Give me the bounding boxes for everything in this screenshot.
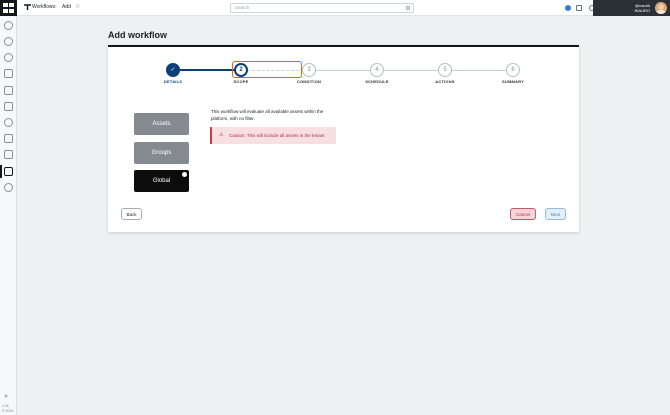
scope-description: This workflow will evaluate all availabl… <box>211 109 324 121</box>
document-icon[interactable] <box>4 102 13 111</box>
assets-icon[interactable] <box>4 134 13 143</box>
progress-line-3 <box>316 70 372 71</box>
top-bar: Workflows › Add ☆ Search @naurik INAURO <box>17 0 670 16</box>
step-details-circle[interactable]: ✓ <box>166 63 180 77</box>
workflows-icon[interactable] <box>4 167 13 176</box>
scope-option-global[interactable]: Global <box>134 170 189 192</box>
step-schedule-circle[interactable]: 4 <box>370 63 384 77</box>
search-placeholder: Search <box>235 5 250 10</box>
step-actions-label: ACTIONS <box>435 79 455 84</box>
status-icon[interactable] <box>565 5 571 11</box>
version-label: v 24 <box>2 404 9 408</box>
scope-option-assets[interactable]: Assets <box>134 113 189 135</box>
progress-line-5 <box>452 70 508 71</box>
app-logo[interactable] <box>0 0 17 16</box>
breadcrumb-workflows[interactable]: Workflows <box>32 4 55 10</box>
user-menu[interactable]: @naurik INAURO <box>593 0 670 16</box>
progress-line-1 <box>180 69 240 71</box>
selected-check-icon <box>182 172 187 177</box>
logo-icon <box>3 3 14 13</box>
scope-option-global-label: Global <box>152 178 171 184</box>
breadcrumb-current: Add <box>62 4 71 10</box>
progress-line-4 <box>384 70 440 71</box>
warning-icon: ⚠ <box>219 132 224 138</box>
breadcrumb-separator-icon: › <box>55 4 57 10</box>
step-summary-circle[interactable]: 6 <box>506 63 520 77</box>
step-actions-circle[interactable]: 5 <box>438 63 452 77</box>
check-icon: ✓ <box>170 67 176 73</box>
copyright-label: © 2024 <box>2 409 14 413</box>
network-icon[interactable] <box>4 150 13 159</box>
star-icon[interactable]: ☆ <box>75 3 80 10</box>
step-summary-label: SUMMARY <box>502 79 524 84</box>
settings-icon[interactable] <box>4 37 13 46</box>
user-org: INAURO <box>634 8 650 13</box>
search-input[interactable]: Search <box>230 3 414 13</box>
left-rail: » v 24 © 2024 <box>0 0 17 415</box>
caution-alert: ⚠ Caution: This will include all assets … <box>210 127 336 144</box>
back-button[interactable]: Back <box>121 208 142 220</box>
active-indicator <box>0 165 2 178</box>
fullscreen-icon[interactable] <box>576 5 582 11</box>
step-scope-label: SCOPE <box>233 79 249 84</box>
step-condition-circle[interactable]: 3 <box>302 63 316 77</box>
step-condition-label: CONDITION <box>296 79 322 84</box>
search-icon <box>406 6 410 10</box>
search-icon[interactable] <box>4 53 13 62</box>
step-scope-circle[interactable]: 2 <box>234 63 248 77</box>
step-details-label: DETAILS <box>163 79 183 84</box>
page-title: Add workflow <box>108 30 167 40</box>
cancel-button[interactable]: Cancel <box>510 208 536 220</box>
step-schedule-label: SCHEDULE <box>365 79 389 84</box>
home-icon[interactable] <box>4 21 13 30</box>
scope-option-groups[interactable]: Groups <box>134 142 189 164</box>
expand-icon[interactable]: » <box>4 393 13 402</box>
workflow-icon <box>24 4 31 10</box>
avatar[interactable] <box>655 2 667 14</box>
inventory-icon[interactable] <box>4 69 13 78</box>
admin-icon[interactable] <box>4 183 13 192</box>
next-button[interactable]: Next <box>545 208 566 220</box>
wizard-card: ✓ 2 3 4 5 6 DETAILS SCOPE CONDITION SCHE… <box>108 45 579 232</box>
reports-icon[interactable] <box>4 86 13 95</box>
scan-icon[interactable] <box>4 118 13 127</box>
caution-text: Caution: This will include all assets in… <box>229 133 325 138</box>
